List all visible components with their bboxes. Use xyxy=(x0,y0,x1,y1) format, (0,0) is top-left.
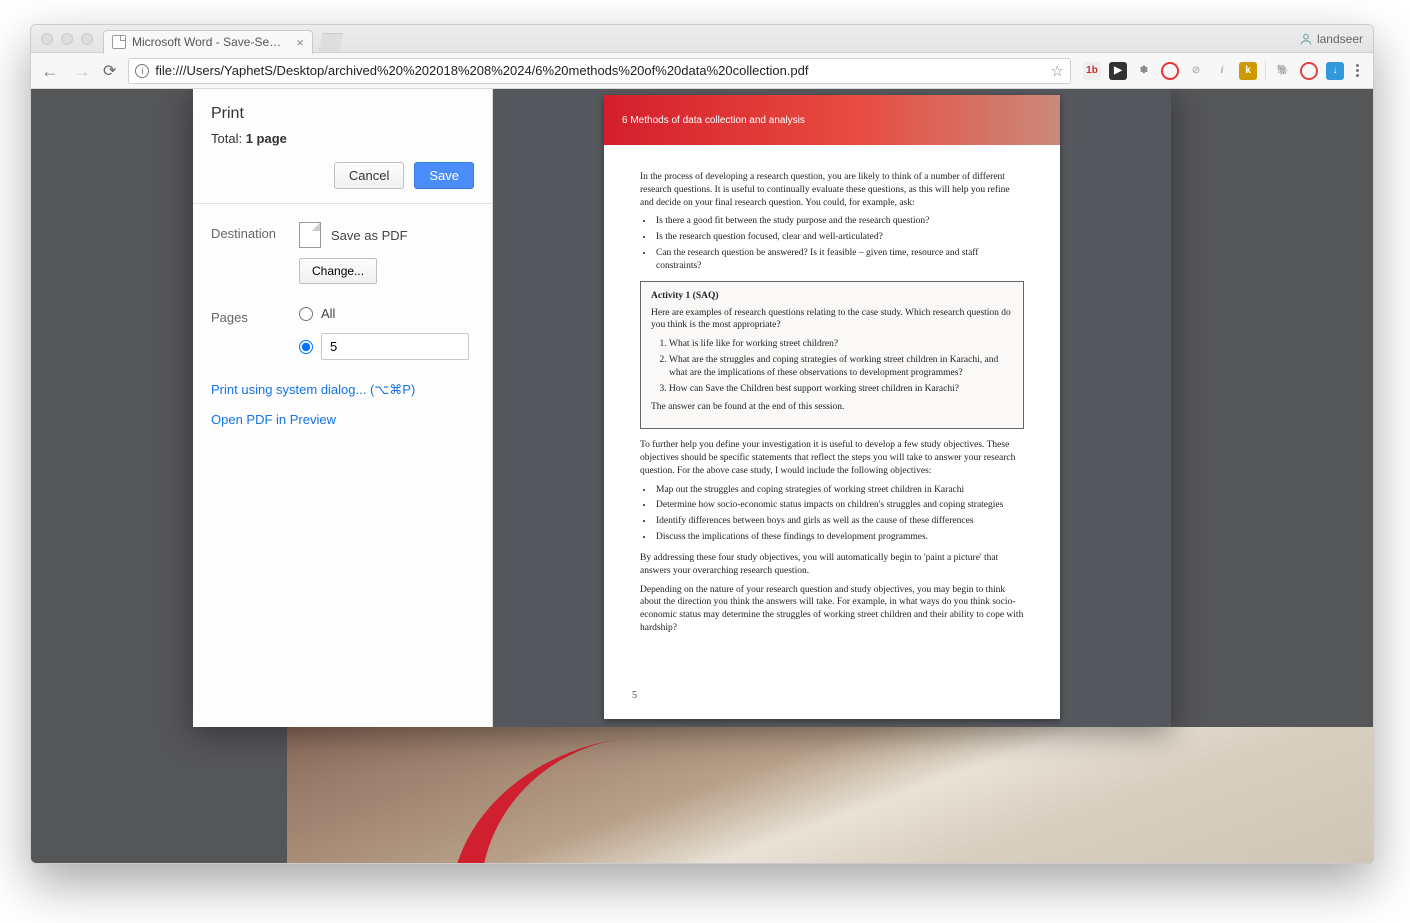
extension-icon[interactable]: i xyxy=(1213,62,1231,80)
destination-value: Save as PDF xyxy=(331,228,408,243)
extension-icon[interactable]: k xyxy=(1239,62,1257,80)
pdf-icon xyxy=(299,222,321,248)
extension-icons: 1b ▶ ✽ ⊘ i k 🐘 ↓ xyxy=(1083,61,1363,81)
browser-toolbar: ← → ⟳ i file:///Users/YaphetS/Desktop/ar… xyxy=(31,53,1373,89)
pages-all-option[interactable]: All xyxy=(299,306,474,321)
preview-page[interactable]: 6 Methods of data collection and analysi… xyxy=(604,95,1060,719)
page-number: 5 xyxy=(632,690,637,701)
reload-button[interactable]: ⟳ xyxy=(103,61,116,81)
activity-box: Activity 1 (SAQ) Here are examples of re… xyxy=(640,281,1024,430)
pages-custom-input[interactable] xyxy=(321,333,469,360)
maximize-window-button[interactable] xyxy=(81,33,93,45)
title-bar: Microsoft Word - Save-Session × landseer xyxy=(31,25,1373,53)
evernote-icon[interactable]: 🐘 xyxy=(1274,62,1292,80)
tab-title: Microsoft Word - Save-Session xyxy=(132,35,286,49)
profile-badge[interactable]: landseer xyxy=(1299,32,1363,46)
print-title: Print xyxy=(211,105,474,123)
change-destination-button[interactable]: Change... xyxy=(299,258,377,284)
close-window-button[interactable] xyxy=(41,33,53,45)
background-pdf-page xyxy=(287,727,1373,863)
print-preview-area: 6 Methods of data collection and analysi… xyxy=(493,89,1171,727)
bookmark-star-icon[interactable]: ☆ xyxy=(1051,62,1064,80)
minimize-window-button[interactable] xyxy=(61,33,73,45)
extension-icon[interactable]: ↓ xyxy=(1326,62,1344,80)
address-bar[interactable]: i file:///Users/YaphetS/Desktop/archived… xyxy=(128,58,1071,84)
extension-icon[interactable] xyxy=(1161,62,1179,80)
window-controls xyxy=(41,33,93,45)
page-header: 6 Methods of data collection and analysi… xyxy=(604,95,1060,145)
print-total: Total: 1 page xyxy=(211,131,474,146)
extension-icon[interactable]: 1b xyxy=(1083,62,1101,80)
extension-icon[interactable] xyxy=(1300,62,1318,80)
browser-window: Microsoft Word - Save-Session × landseer… xyxy=(30,24,1374,864)
close-tab-icon[interactable]: × xyxy=(296,35,304,50)
profile-icon xyxy=(1299,32,1313,46)
nav-arrows: ← → xyxy=(41,62,91,80)
pages-all-radio[interactable] xyxy=(299,307,313,321)
pages-custom-radio[interactable] xyxy=(299,340,313,354)
browser-tab[interactable]: Microsoft Word - Save-Session × xyxy=(103,30,313,54)
url-text: file:///Users/YaphetS/Desktop/archived%2… xyxy=(155,63,808,78)
destination-label: Destination xyxy=(211,222,289,241)
print-settings-panel: Print Total: 1 page Cancel Save Destinat… xyxy=(193,89,493,727)
new-tab-button[interactable] xyxy=(319,33,343,51)
forward-button[interactable]: → xyxy=(73,62,91,80)
open-in-preview-link[interactable]: Open PDF in Preview xyxy=(211,412,474,427)
print-dialog: Print Total: 1 page Cancel Save Destinat… xyxy=(193,89,1171,727)
content-area: Print Total: 1 page Cancel Save Destinat… xyxy=(31,89,1373,863)
browser-menu-button[interactable] xyxy=(1352,64,1363,77)
tab-strip: Microsoft Word - Save-Session × xyxy=(103,25,343,53)
save-button[interactable]: Save xyxy=(414,162,474,189)
extension-icon[interactable]: ▶ xyxy=(1109,62,1127,80)
doc-icon xyxy=(112,35,126,49)
page-body: In the process of developing a research … xyxy=(604,145,1060,651)
cancel-button[interactable]: Cancel xyxy=(334,162,404,189)
extension-icon[interactable]: ✽ xyxy=(1135,62,1153,80)
pages-custom-option[interactable] xyxy=(299,333,474,360)
intro-bullets: Is there a good fit between the study pu… xyxy=(654,215,1024,272)
back-button[interactable]: ← xyxy=(41,62,59,80)
system-dialog-link[interactable]: Print using system dialog... (⌥⌘P) xyxy=(211,382,474,398)
site-info-icon[interactable]: i xyxy=(135,64,149,78)
pages-label: Pages xyxy=(211,306,289,325)
extension-icon[interactable]: ⊘ xyxy=(1187,62,1205,80)
